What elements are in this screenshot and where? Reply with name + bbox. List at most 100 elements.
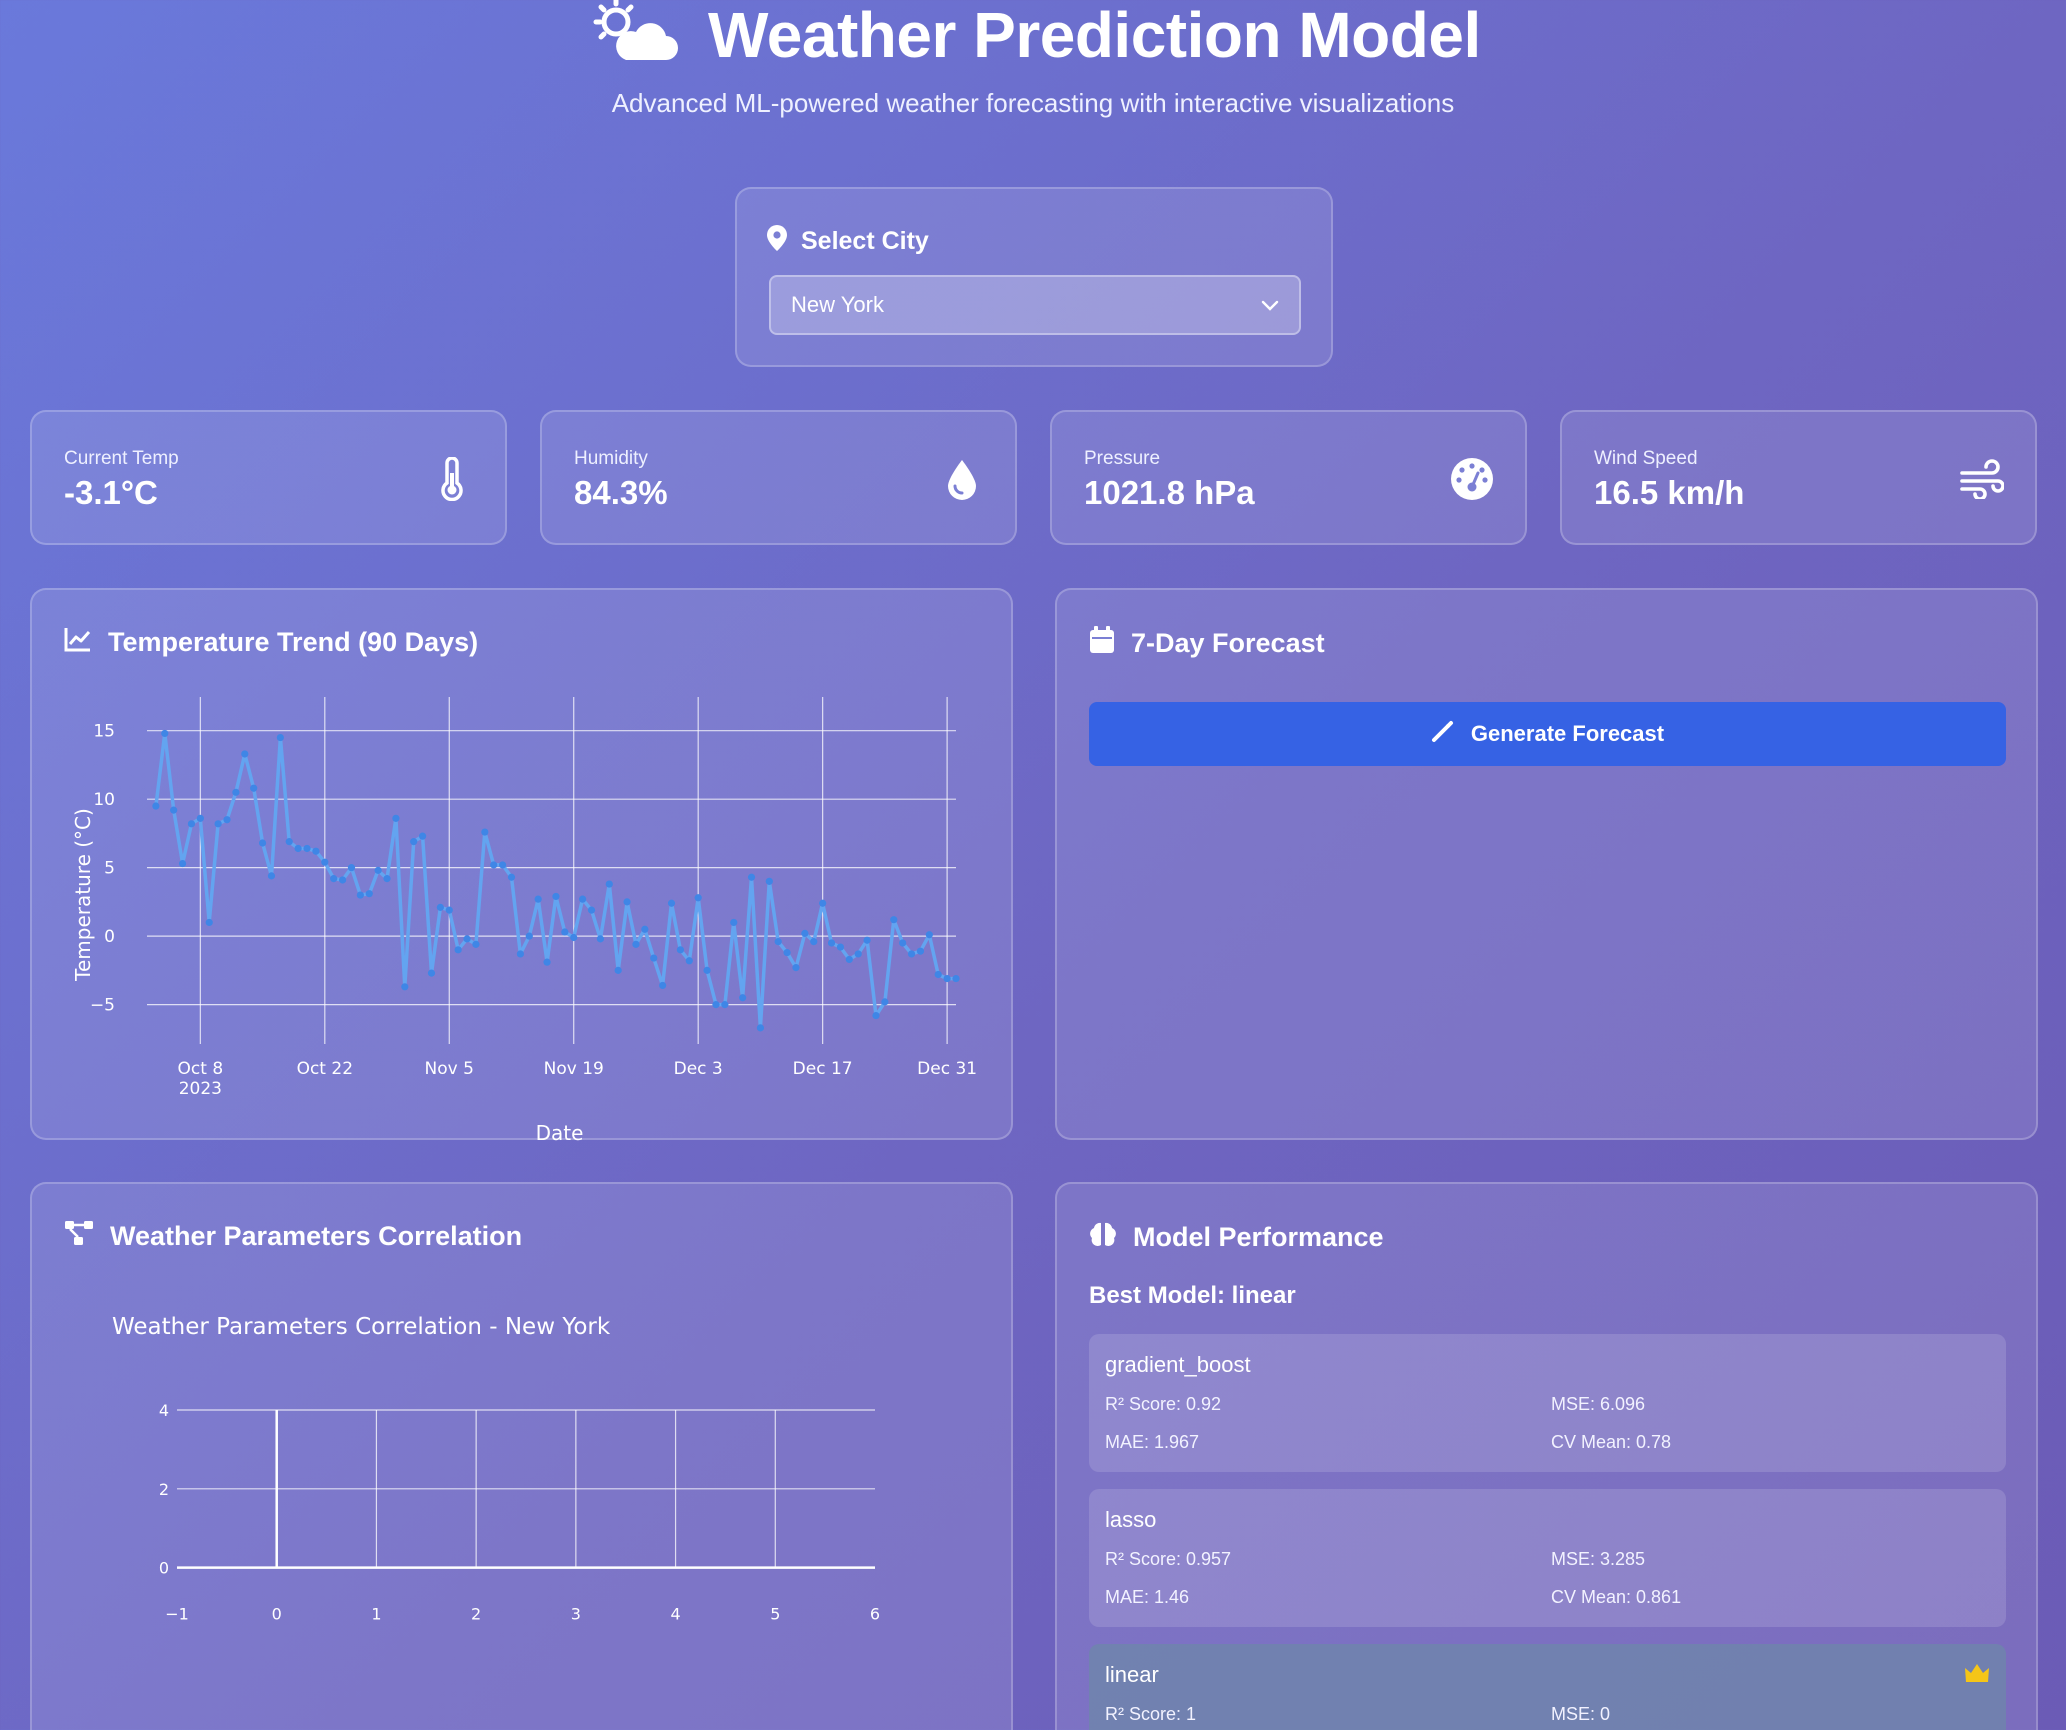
droplet-icon (939, 456, 985, 502)
map-pin-icon (767, 225, 787, 258)
temperature-point (276, 733, 284, 742)
stat-card-wind-speed: Wind Speed 16.5 km/h (1560, 410, 2037, 545)
x-tick-label: Nov 19 (544, 1059, 604, 1079)
x-tick-label: Nov 5 (425, 1059, 474, 1079)
temperature-point (463, 935, 471, 943)
magic-wand-icon (1431, 719, 1455, 749)
y-tick-label: 0 (104, 927, 115, 947)
model-mse: MSE: 6.096 (1551, 1394, 1646, 1414)
sun-cloud-icon (590, 0, 678, 73)
temperature-point (561, 928, 569, 936)
model-r2: R² Score: 0.957 (1105, 1549, 1232, 1569)
model-r2: R² Score: 1 (1105, 1704, 1197, 1724)
temperature-point (250, 784, 258, 792)
x-tick-label: 3 (571, 1605, 581, 1624)
temperature-point (258, 839, 267, 847)
x-tick-label: 5 (770, 1605, 780, 1624)
temperature-point (907, 950, 916, 958)
temperature-point (614, 966, 622, 974)
temperature-point (943, 974, 951, 983)
y-tick-label: 10 (93, 790, 115, 810)
temperature-point (303, 844, 311, 853)
gauge-icon (1449, 456, 1495, 502)
panel-title-row: Model Performance (1089, 1220, 1384, 1255)
temperature-point (792, 964, 800, 972)
x-tick-label: Oct 22 (297, 1059, 353, 1079)
stat-card-pressure: Pressure 1021.8 hPa (1050, 410, 1527, 545)
model-card-gradient-boost: gradient_boost R² Score: 0.92 MSE: 6.096… (1089, 1334, 2006, 1472)
temperature-trend-chart[interactable]: −5 0 5 10 15 Oct 82023 Oct 22 Nov 5 Nov 19 Dec 3 D… (32, 590, 1015, 1142)
generate-forecast-label: Generate Forecast (1470, 721, 1665, 746)
temperature-point (810, 938, 818, 946)
temperature-point (418, 832, 427, 840)
temperature-point (747, 873, 756, 881)
temperature-point (365, 890, 373, 898)
stat-value: 16.5 km/h (1594, 474, 1745, 511)
stat-value: 84.3% (574, 474, 668, 511)
generate-forecast-button[interactable]: Generate Forecast (1089, 702, 2006, 766)
temperature-point (481, 828, 489, 836)
temperature-point (819, 899, 827, 907)
stat-label: Pressure (1084, 448, 1161, 469)
temperature-point (934, 970, 942, 979)
temperature-point (667, 899, 676, 907)
y-tick-label: 5 (104, 859, 115, 879)
model-name: lasso (1105, 1507, 1157, 1532)
x-tick-label: −1 (165, 1605, 189, 1624)
correlation-chart[interactable]: Weather Parameters Correlation - New Yor… (32, 1184, 1015, 1730)
model-card-linear: linear R² Score: 1 MSE: 0 (1089, 1644, 2006, 1730)
temperature-point (605, 880, 613, 888)
city-select-value: New York (791, 292, 884, 317)
model-performance-title: Model Performance (1133, 1222, 1384, 1252)
page-title: Weather Prediction Model (708, 0, 1481, 71)
temperature-point (312, 847, 320, 855)
model-mse: MSE: 3.285 (1551, 1549, 1646, 1569)
temperature-point (721, 1001, 729, 1009)
y-tick-label: 0 (159, 1559, 169, 1578)
y-tick-label: 2 (159, 1480, 169, 1499)
stat-label: Wind Speed (1594, 448, 1698, 469)
temperature-point (223, 816, 231, 824)
temperature-point (356, 891, 364, 899)
city-select[interactable]: New York (769, 275, 1301, 335)
temperature-point (499, 861, 507, 869)
temperature-point (534, 895, 542, 903)
model-cv-mean: CV Mean: 0.861 (1551, 1587, 1682, 1607)
stat-label: Current Temp (64, 448, 179, 469)
temperature-point (338, 876, 347, 884)
temperature-point (845, 955, 853, 964)
model-mae: MAE: 1.46 (1105, 1587, 1190, 1607)
temperature-point (694, 894, 702, 902)
model-mse: MSE: 0 (1551, 1704, 1611, 1724)
temperature-point (214, 820, 222, 828)
x-tick-label: Dec 17 (793, 1059, 853, 1079)
temperature-point (836, 943, 845, 951)
x-tick-label: 4 (670, 1605, 680, 1624)
y-axis-label: Temperature (°C) (71, 808, 95, 982)
temperature-point (730, 918, 738, 927)
temperature-point (854, 950, 862, 958)
temperature-point (401, 983, 409, 991)
temperature-point (161, 729, 169, 738)
temperature-point (783, 948, 791, 957)
temperature-point (410, 838, 418, 846)
temperature-point (392, 814, 400, 822)
temperature-point (516, 950, 524, 958)
temperature-point (170, 806, 178, 814)
city-label: Select City (801, 227, 929, 255)
temperature-point (427, 969, 436, 977)
model-mae: MAE: 1.967 (1105, 1432, 1200, 1452)
temperature-point (801, 929, 809, 937)
temperature-point (294, 844, 302, 853)
model-r2: R² Score: 0.92 (1105, 1394, 1222, 1414)
temperature-point (347, 864, 356, 872)
temperature-point (436, 903, 444, 911)
temperature-point (490, 861, 498, 869)
correlation-chart-title: Weather Parameters Correlation - New Yor… (112, 1314, 611, 1340)
thermometer-icon (429, 456, 475, 502)
temperature-point (676, 946, 685, 954)
page-subtitle: Advanced ML-powered weather forecasting … (611, 88, 1455, 118)
city-selector-card: Select City New York (735, 187, 1333, 367)
stat-value: 1021.8 hPa (1084, 474, 1255, 511)
temperature-point (596, 935, 604, 943)
